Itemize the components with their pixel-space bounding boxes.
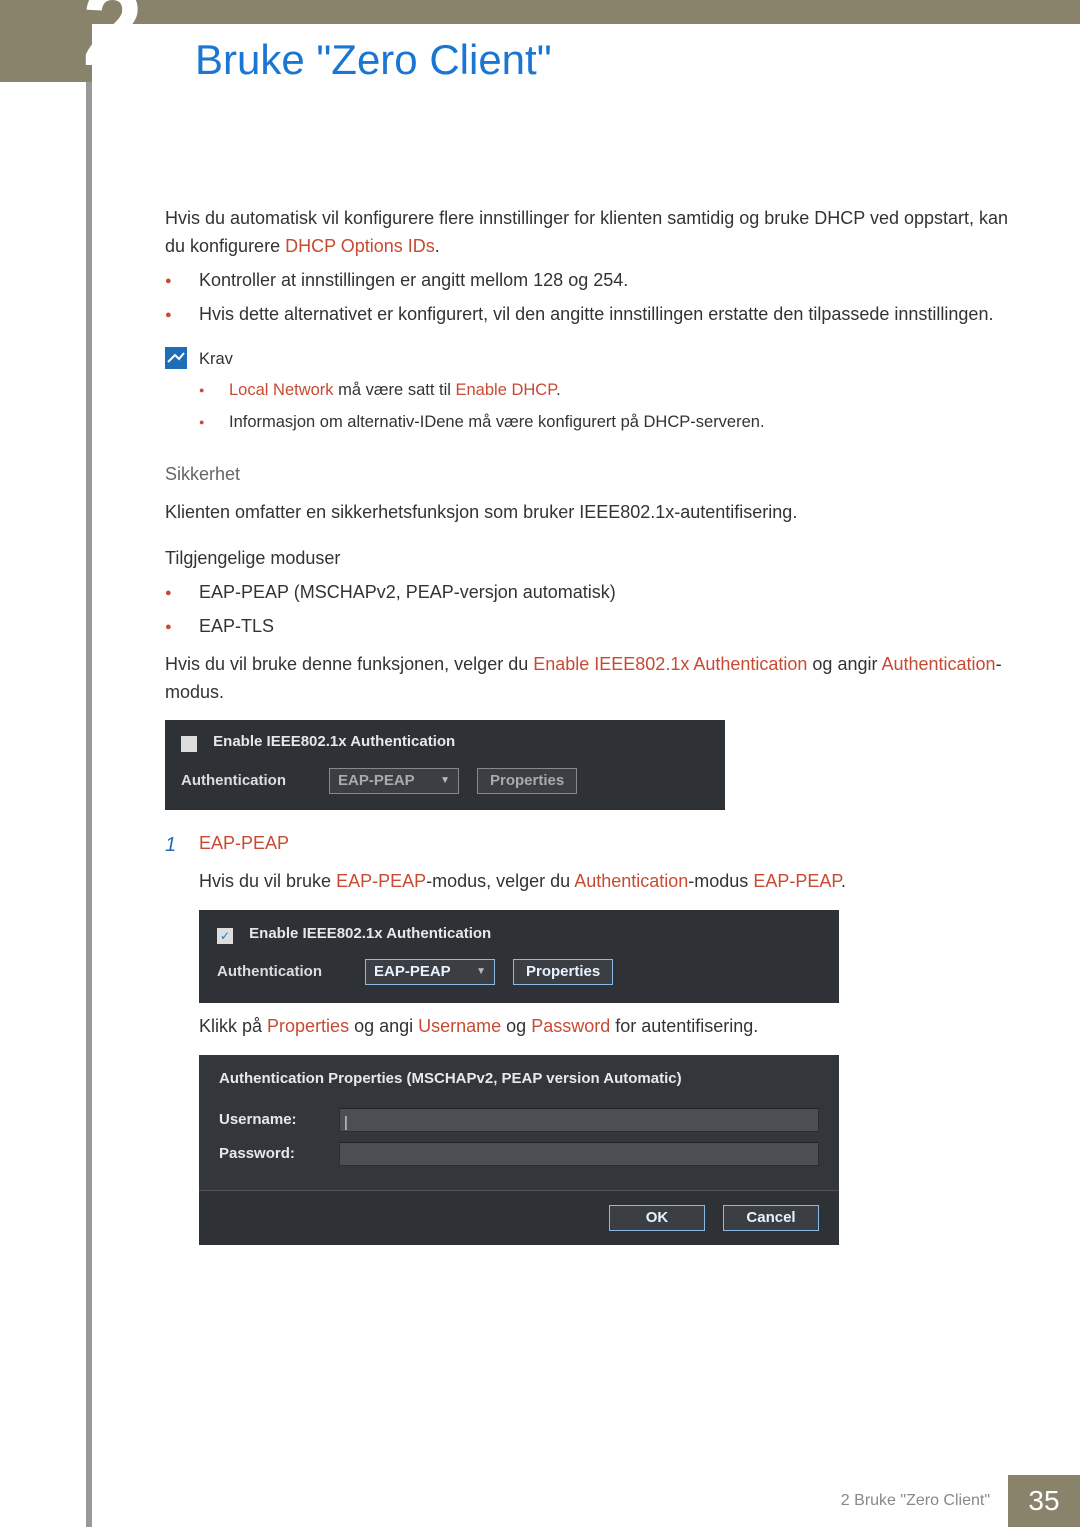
enable-label: Enable IEEE802.1x Authentication bbox=[213, 733, 455, 750]
combo-value: EAP-PEAP bbox=[338, 769, 415, 792]
t-b: og angi bbox=[349, 1016, 418, 1036]
sp-r2: Authentication bbox=[574, 871, 688, 891]
auth-label: Authentication bbox=[217, 960, 347, 983]
sp-r3: EAP-PEAP bbox=[753, 871, 841, 891]
p2a: Hvis du vil bruke denne funksjonen, velg… bbox=[165, 654, 533, 674]
header-band: 2 Bruke "Zero Client" bbox=[0, 0, 1080, 82]
left-stripe bbox=[86, 0, 92, 1527]
t-r3: Password bbox=[531, 1016, 610, 1036]
sp-r1: EAP-PEAP bbox=[336, 871, 426, 891]
bullet-text: Kontroller at innstillingen er angitt me… bbox=[199, 267, 628, 295]
checkbox-icon[interactable]: ✓ bbox=[217, 928, 233, 944]
mode-2: ● EAP-TLS bbox=[165, 613, 1025, 641]
cancel-button[interactable]: Cancel bbox=[723, 1205, 819, 1231]
mode-1: ● EAP-PEAP (MSCHAPv2, PEAP-versjon autom… bbox=[165, 579, 1025, 607]
enable-row: ✓ Enable IEEE802.1x Authentication bbox=[181, 730, 709, 753]
note-icon bbox=[165, 347, 199, 436]
enable-label: Enable IEEE802.1x Authentication bbox=[249, 925, 491, 942]
auth-label: Authentication bbox=[181, 769, 311, 792]
screenshot-auth-disabled: ✓ Enable IEEE802.1x Authentication Authe… bbox=[165, 720, 725, 809]
bullet-icon: ● bbox=[165, 267, 199, 295]
p2-link1: Enable IEEE802.1x Authentication bbox=[533, 654, 807, 674]
sp-d: . bbox=[841, 871, 846, 891]
combo-value: EAP-PEAP bbox=[374, 960, 451, 983]
mode-text: EAP-PEAP (MSCHAPv2, PEAP-versjon automat… bbox=[199, 579, 616, 607]
krav-mid: må være satt til bbox=[334, 381, 456, 399]
auth-row: Authentication EAP-PEAP ▼ Properties bbox=[181, 768, 709, 794]
bullet-icon: ● bbox=[165, 613, 199, 641]
requirements-body: Krav ● Local Network må være satt til En… bbox=[199, 347, 1025, 436]
auth-combo[interactable]: EAP-PEAP ▼ bbox=[365, 959, 495, 985]
t-d: for autentifisering. bbox=[610, 1016, 758, 1036]
bullet-2: ● Hvis dette alternativet er konfigurert… bbox=[165, 301, 1025, 329]
dialog-body: Authentication Properties (MSCHAPv2, PEA… bbox=[199, 1055, 839, 1191]
chapter-number: 2 bbox=[82, 0, 143, 91]
p2-link2: Authentication bbox=[881, 654, 995, 674]
krav-post: . bbox=[556, 381, 561, 399]
sp-a: Hvis du vil bruke bbox=[199, 871, 336, 891]
after-shot2: Klikk på Properties og angi Username og … bbox=[199, 1013, 1025, 1041]
krav-r2: Enable DHCP bbox=[456, 381, 557, 399]
p2b: og angir bbox=[807, 654, 881, 674]
modes-heading: Tilgjengelige moduser bbox=[165, 545, 1025, 573]
krav-text: Informasjon om alternativ-IDene må være … bbox=[229, 410, 765, 436]
dialog-footer: OK Cancel bbox=[199, 1191, 839, 1245]
username-row: Username: | bbox=[219, 1108, 819, 1132]
security-paragraph: Klienten omfatter en sikkerhetsfunksjon … bbox=[165, 499, 1025, 527]
intro-paragraph: Hvis du automatisk vil konfigurere flere… bbox=[165, 205, 1025, 261]
krav-item-2: ● Informasjon om alternativ-IDene må vær… bbox=[199, 410, 1025, 436]
mode-text: EAP-TLS bbox=[199, 613, 274, 641]
bullet-icon: ● bbox=[165, 301, 199, 329]
t-a: Klikk på bbox=[199, 1016, 267, 1036]
page-number: 35 bbox=[1008, 1475, 1080, 1527]
requirements-block: Krav ● Local Network må være satt til En… bbox=[165, 347, 1025, 436]
requirements-title: Krav bbox=[199, 347, 1025, 373]
ok-button[interactable]: OK bbox=[609, 1205, 705, 1231]
dialog-title: Authentication Properties (MSCHAPv2, PEA… bbox=[219, 1067, 819, 1090]
bullet-icon: ● bbox=[199, 378, 229, 404]
bullet-icon: ● bbox=[165, 579, 199, 607]
password-label: Password: bbox=[219, 1142, 339, 1165]
chevron-down-icon: ▼ bbox=[440, 773, 450, 789]
security-heading: Sikkerhet bbox=[165, 461, 1025, 489]
step-p: Hvis du vil bruke EAP-PEAP-modus, velger… bbox=[199, 868, 1025, 896]
properties-button[interactable]: Properties bbox=[513, 959, 613, 985]
t-c: og bbox=[501, 1016, 531, 1036]
auth-row: Authentication EAP-PEAP ▼ Properties bbox=[217, 959, 821, 985]
step-title: EAP-PEAP bbox=[199, 830, 1025, 858]
page-footer: 2 Bruke "Zero Client" 35 bbox=[0, 1475, 1080, 1527]
krav-r1: Local Network bbox=[229, 381, 334, 399]
sp-c: -modus bbox=[688, 871, 753, 891]
properties-button[interactable]: Properties bbox=[477, 768, 577, 794]
krav-text: Local Network må være satt til Enable DH… bbox=[229, 378, 561, 404]
bullet-1: ● Kontroller at innstillingen er angitt … bbox=[165, 267, 1025, 295]
username-label: Username: bbox=[219, 1108, 339, 1131]
chapter-title: Bruke "Zero Client" bbox=[195, 36, 552, 84]
krav-item-1: ● Local Network må være satt til Enable … bbox=[199, 378, 1025, 404]
step-1: 1 EAP-PEAP Hvis du vil bruke EAP-PEAP-mo… bbox=[165, 830, 1025, 1245]
checkbox-icon[interactable]: ✓ bbox=[181, 736, 197, 752]
step-body: EAP-PEAP Hvis du vil bruke EAP-PEAP-modu… bbox=[199, 830, 1025, 1245]
bullet-text: Hvis dette alternativet er konfigurert, … bbox=[199, 301, 993, 329]
sp-b: -modus, velger du bbox=[426, 871, 574, 891]
intro-text-b: . bbox=[435, 236, 440, 256]
t-r2: Username bbox=[418, 1016, 501, 1036]
enable-row: ✓ Enable IEEE802.1x Authentication bbox=[217, 922, 821, 945]
password-field[interactable] bbox=[339, 1142, 819, 1166]
security-p2: Hvis du vil bruke denne funksjonen, velg… bbox=[165, 651, 1025, 707]
password-row: Password: bbox=[219, 1142, 819, 1166]
screenshot-auth-enabled: ✓ Enable IEEE802.1x Authentication Authe… bbox=[199, 910, 839, 1003]
t-r1: Properties bbox=[267, 1016, 349, 1036]
auth-combo[interactable]: EAP-PEAP ▼ bbox=[329, 768, 459, 794]
step-number: 1 bbox=[165, 830, 199, 1245]
page-content: Hvis du automatisk vil konfigurere flere… bbox=[165, 195, 1025, 1245]
username-field[interactable]: | bbox=[339, 1108, 819, 1132]
intro-link: DHCP Options IDs bbox=[285, 236, 435, 256]
screenshot-auth-properties: Authentication Properties (MSCHAPv2, PEA… bbox=[199, 1055, 839, 1245]
chevron-down-icon: ▼ bbox=[476, 964, 486, 980]
footer-caption: 2 Bruke "Zero Client" bbox=[841, 1475, 1008, 1527]
bullet-icon: ● bbox=[199, 410, 229, 436]
